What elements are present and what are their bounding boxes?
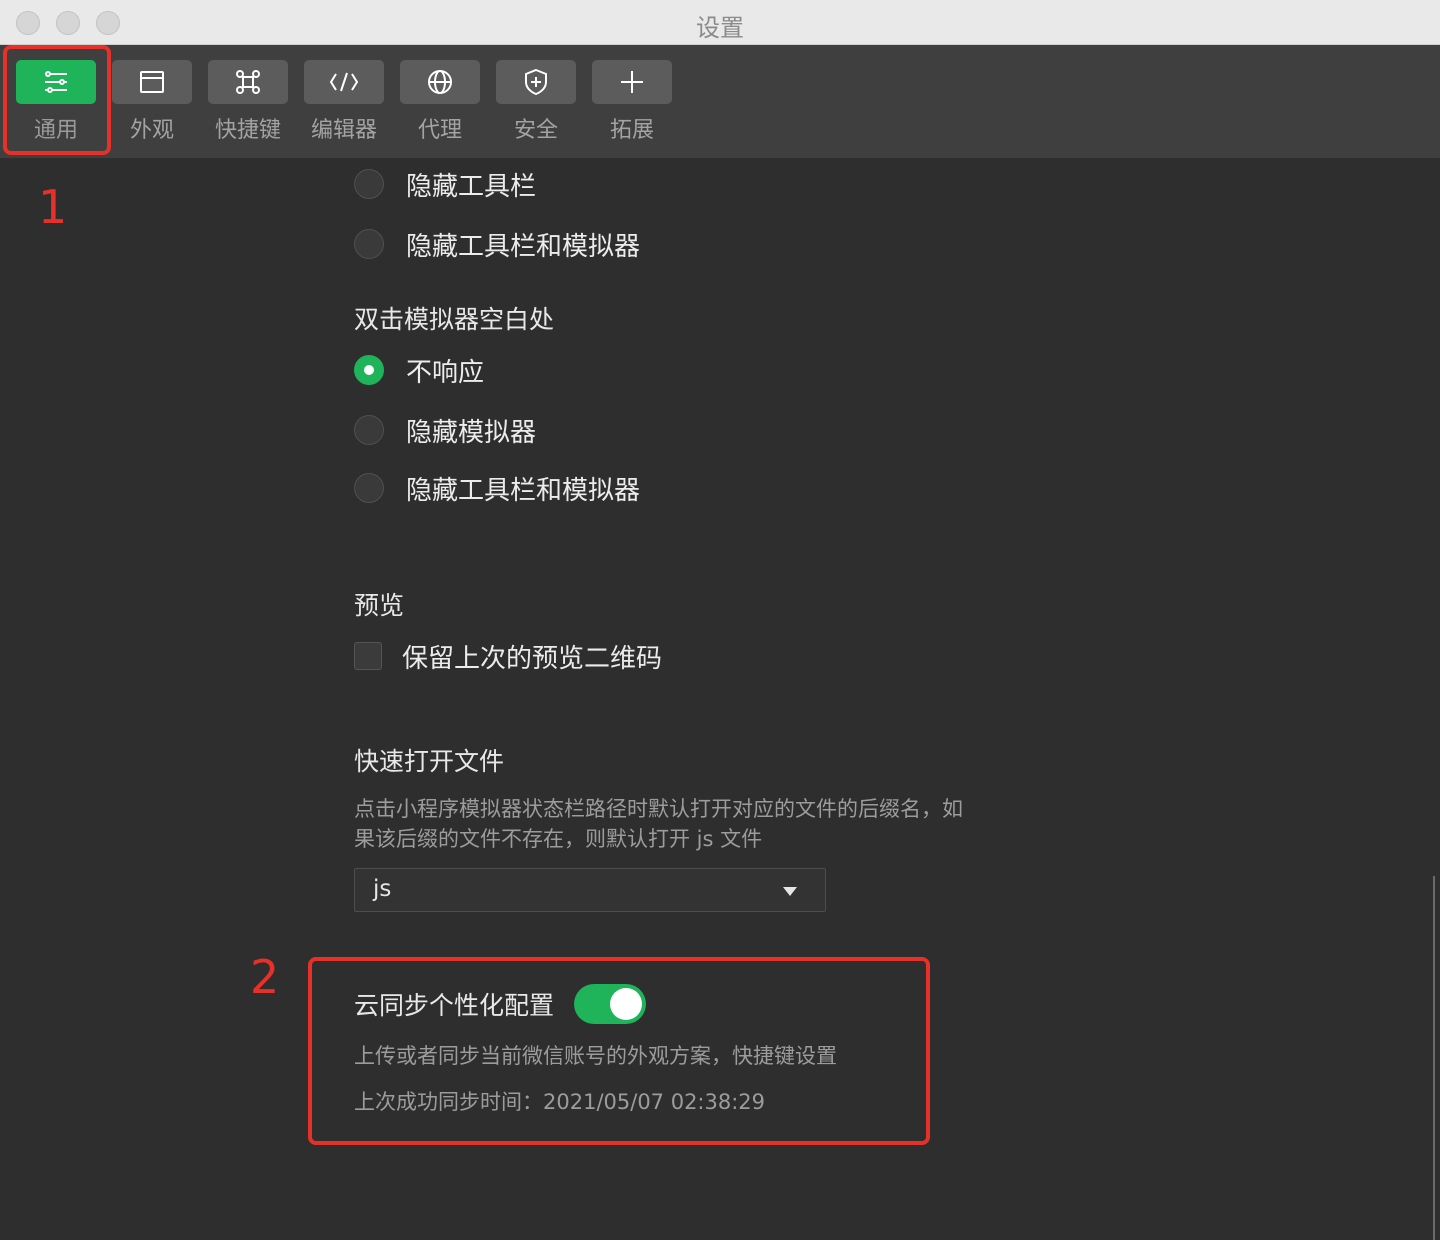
file-extension-select[interactable]: js	[354, 868, 826, 912]
tab-shortcuts-label: 快捷键	[214, 118, 281, 143]
tab-appearance-button[interactable]	[112, 60, 192, 104]
tab-security-button[interactable]	[496, 60, 576, 104]
shield-icon	[523, 68, 549, 96]
quick-open-description-line-1: 点击小程序模拟器状态栏路径时默认打开对应的文件的后缀名，如	[354, 797, 963, 821]
cloud-sync-toggle[interactable]	[574, 984, 646, 1024]
radio-button[interactable]	[354, 473, 384, 503]
radio-hide-toolbar-and-simulator[interactable]: 隐藏工具栏和模拟器	[354, 226, 640, 262]
tab-editor[interactable]: 编辑器	[304, 60, 384, 160]
tab-appearance[interactable]: 外观	[112, 60, 192, 160]
tab-shortcuts[interactable]: 快捷键	[208, 60, 288, 160]
radio-button[interactable]	[354, 169, 384, 199]
tab-extensions-button[interactable]	[592, 60, 672, 104]
tab-proxy[interactable]: 代理	[400, 60, 480, 160]
window-title: 设置	[696, 14, 744, 42]
cloud-sync-description: 上传或者同步当前微信账号的外观方案，快捷键设置	[354, 1044, 837, 1068]
window-icon	[139, 70, 165, 94]
tab-security-label: 安全	[513, 118, 558, 143]
quick-open-description-line-2: 果该后缀的文件不存在，则默认打开 js 文件	[354, 827, 763, 851]
radio-label: 隐藏工具栏和模拟器	[406, 475, 641, 506]
radio-no-response[interactable]: 不响应	[354, 352, 484, 388]
radio-label: 隐藏模拟器	[406, 417, 537, 448]
radio-hide-simulator[interactable]: 隐藏模拟器	[354, 412, 536, 448]
dropdown-arrow-icon	[783, 887, 797, 896]
annotation-box-1	[3, 45, 111, 155]
radio-button[interactable]	[354, 415, 384, 445]
scrollbar[interactable]	[1433, 876, 1435, 1240]
cloud-sync-last-time: 上次成功同步时间：2021/05/07 02:38:29	[354, 1090, 766, 1114]
keep-qrcode-checkbox-row[interactable]: 保留上次的预览二维码	[354, 638, 662, 674]
dblclick-section-title: 双击模拟器空白处	[354, 305, 555, 334]
settings-toolbar: 通用 外观 快捷键 编辑器 代理 安全 拓展	[0, 45, 1440, 158]
quick-open-section-title: 快速打开文件	[354, 747, 505, 776]
tab-extensions-label: 拓展	[609, 118, 654, 143]
tab-editor-label: 编辑器	[310, 118, 377, 143]
keep-qrcode-label: 保留上次的预览二维码	[402, 643, 663, 674]
radio-label: 不响应	[406, 357, 485, 388]
tab-editor-button[interactable]	[304, 60, 384, 104]
keep-qrcode-checkbox[interactable]	[354, 642, 382, 670]
radio-label: 隐藏工具栏和模拟器	[406, 231, 641, 262]
plus-icon	[619, 69, 645, 95]
radio-hide-toolbar[interactable]: 隐藏工具栏	[354, 166, 536, 202]
radio-button[interactable]	[354, 229, 384, 259]
globe-icon	[426, 68, 454, 96]
tab-extensions[interactable]: 拓展	[592, 60, 672, 160]
tab-shortcuts-button[interactable]	[208, 60, 288, 104]
command-key-icon	[235, 69, 261, 95]
tab-appearance-label: 外观	[129, 118, 174, 143]
preview-section-title: 预览	[354, 591, 405, 620]
title-bar: 设置	[0, 0, 1440, 45]
tab-security[interactable]: 安全	[496, 60, 576, 160]
annotation-number-1: 1	[38, 180, 68, 234]
radio-button-selected[interactable]	[354, 355, 384, 385]
tab-proxy-label: 代理	[417, 118, 462, 143]
radio-label: 隐藏工具栏	[406, 171, 537, 202]
code-icon	[328, 70, 360, 94]
select-value: js	[373, 876, 392, 902]
cloud-sync-title: 云同步个性化配置	[354, 991, 555, 1020]
tab-proxy-button[interactable]	[400, 60, 480, 104]
toggle-knob	[610, 988, 642, 1020]
annotation-number-2: 2	[250, 950, 280, 1004]
radio-hide-toolbar-and-simulator-2[interactable]: 隐藏工具栏和模拟器	[354, 470, 640, 506]
